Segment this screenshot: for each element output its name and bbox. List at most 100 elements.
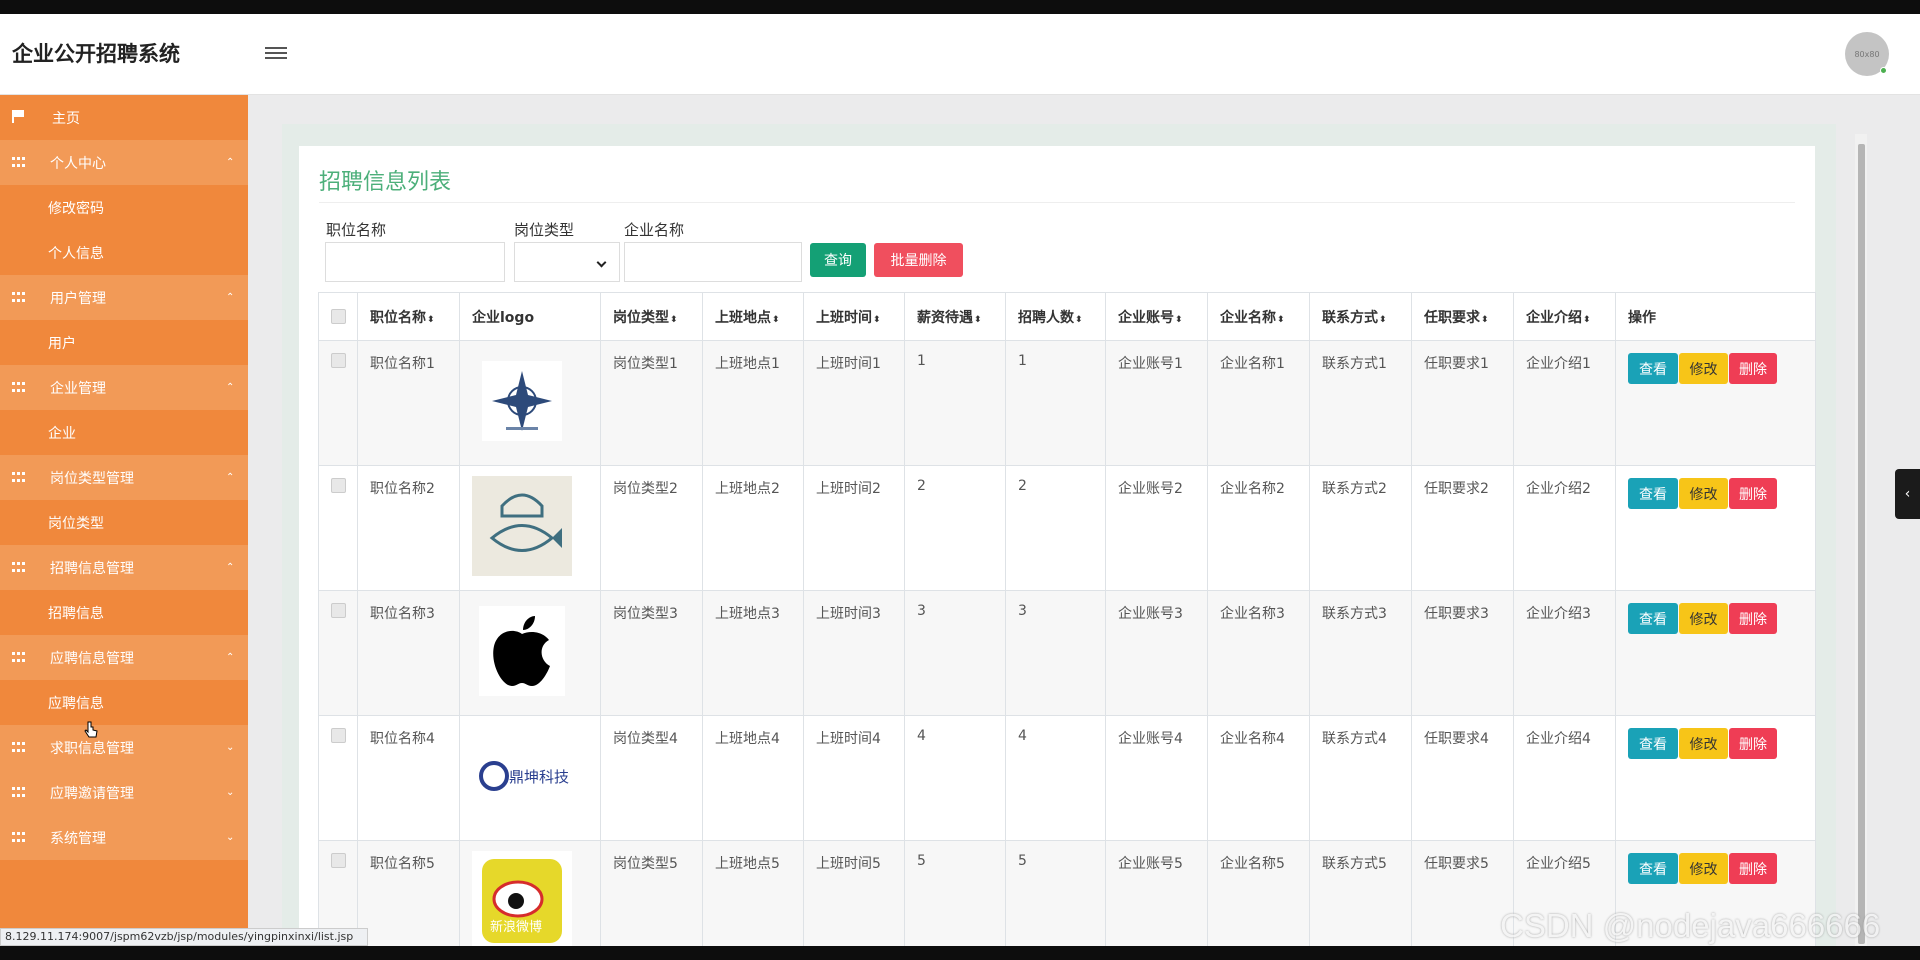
compass-logo [472,351,572,451]
row-checkbox[interactable] [331,853,346,868]
cell-type: 岗位类型4 [600,715,703,841]
view-button[interactable]: 查看 [1628,353,1678,384]
sort-icon[interactable]: ⬍ [670,315,678,325]
edit-button[interactable]: 修改 [1679,853,1728,884]
column-header[interactable]: 联系方式⬍ [1309,292,1412,341]
cell-time: 上班时间2 [803,465,905,591]
edit-button[interactable]: 修改 [1679,353,1728,384]
batch-delete-button[interactable]: 批量删除 [874,243,963,277]
column-header[interactable]: 任职要求⬍ [1411,292,1514,341]
screen-top-border [0,0,1920,14]
column-header-label: 联系方式 [1322,309,1378,326]
sidebar-item-3[interactable]: 个人信息 [0,230,248,275]
column-header-label: 上班时间 [816,309,872,326]
sidebar-item-10[interactable]: 招聘信息管理 ⌃ [0,545,248,590]
grid-icon [12,157,25,168]
avatar[interactable]: 80x80 [1845,32,1889,76]
view-button[interactable]: 查看 [1628,728,1678,759]
hamburger-menu-icon[interactable] [265,44,287,64]
column-header[interactable]: 上班地点⬍ [702,292,804,341]
avatar-placeholder-text: 80x80 [1854,49,1880,59]
sort-icon[interactable]: ⬍ [1277,315,1285,325]
row-checkbox[interactable] [331,353,346,368]
tech-logo: 鼎坤科技 [472,726,572,826]
sort-icon[interactable]: ⬍ [1175,315,1183,325]
sort-icon[interactable]: ⬍ [873,315,881,325]
position-filter-label: 职位名称 [326,221,387,239]
delete-button[interactable]: 删除 [1729,353,1777,384]
search-button[interactable]: 查询 [810,243,866,277]
view-button[interactable]: 查看 [1628,478,1678,509]
column-header[interactable]: 薪资待遇⬍ [904,292,1006,341]
sidebar-item-label: 修改密码 [48,200,104,217]
delete-button[interactable]: 删除 [1729,478,1777,509]
column-header[interactable]: 招聘人数⬍ [1005,292,1106,341]
view-button[interactable]: 查看 [1628,603,1678,634]
chevron-up-icon: ⌃ [226,652,235,663]
sidebar-item-7[interactable]: 企业 [0,410,248,455]
column-header: 操作 [1615,292,1816,341]
sidebar-item-12[interactable]: 应聘信息管理 ⌃ [0,635,248,680]
cell-requirement: 任职要求3 [1411,590,1514,716]
delete-button[interactable]: 删除 [1729,728,1777,759]
sort-icon[interactable]: ⬍ [772,315,780,325]
sidebar-item-13[interactable]: 应聘信息 [0,680,248,725]
cell-contact: 联系方式2 [1309,465,1412,591]
position-name-input[interactable] [325,242,505,282]
cell-intro: 企业介绍4 [1513,715,1616,841]
hand-cursor-icon [84,721,98,738]
list-card: 招聘信息列表 职位名称 岗位类型 企业名称 查询 批量删除 职位名称⬍ 企业log… [299,146,1816,946]
column-header[interactable]: 企业介绍⬍ [1513,292,1616,341]
sidebar-item-2[interactable]: 修改密码 [0,185,248,230]
grid-icon [12,787,25,798]
sort-icon[interactable]: ⬍ [427,315,435,325]
company-name-input[interactable] [624,242,802,282]
grid-icon [12,652,25,663]
view-button[interactable]: 查看 [1628,853,1678,884]
sort-icon[interactable]: ⬍ [1583,315,1591,325]
sidebar-item-15[interactable]: 应聘邀请管理 ⌄ [0,770,248,815]
delete-button[interactable]: 删除 [1729,853,1777,884]
select-all-checkbox[interactable] [331,309,346,324]
sidebar-item-8[interactable]: 岗位类型管理 ⌃ [0,455,248,500]
cell-position: 职位名称3 [357,590,460,716]
row-checkbox[interactable] [331,478,346,493]
sidebar-item-label: 岗位类型管理 [50,470,134,487]
row-checkbox[interactable] [331,728,346,743]
sidebar-item-label: 个人中心 [50,155,106,172]
sort-icon[interactable]: ⬍ [974,315,982,325]
status-bar-url: 8.129.11.174:9007/jspm62vzb/jsp/modules/… [0,928,368,946]
edit-button[interactable]: 修改 [1679,603,1728,634]
sidebar-item-14[interactable]: 求职信息管理 ⌄ [0,725,248,770]
sidebar-item-6[interactable]: 企业管理 ⌃ [0,365,248,410]
column-header[interactable]: 企业名称⬍ [1207,292,1310,341]
sidebar-item-16[interactable]: 系统管理 ⌄ [0,815,248,860]
column-header[interactable]: 职位名称⬍ [357,292,460,341]
column-header[interactable]: 上班时间⬍ [803,292,905,341]
cell-location: 上班地点4 [702,715,804,841]
sidebar-item-11[interactable]: 招聘信息 [0,590,248,635]
sidebar-item-4[interactable]: 用户管理 ⌃ [0,275,248,320]
sort-icon[interactable]: ⬍ [1481,315,1489,325]
chevron-left-icon[interactable]: ‹ [1895,469,1920,519]
scrollbar-thumb[interactable] [1858,144,1865,944]
sidebar-item-5[interactable]: 用户 [0,320,248,365]
cell-intro: 企业介绍2 [1513,465,1616,591]
cell-time: 上班时间5 [803,840,905,946]
row-select-cell [318,340,358,466]
row-checkbox[interactable] [331,603,346,618]
column-header[interactable]: 岗位类型⬍ [600,292,703,341]
cell-position: 职位名称5 [357,840,460,946]
sidebar-item-1[interactable]: 个人中心 ⌃ [0,140,248,185]
sidebar-item-0[interactable]: 主页 [0,95,248,140]
column-header[interactable]: 企业账号⬍ [1105,292,1208,341]
sidebar-item-9[interactable]: 岗位类型 [0,500,248,545]
sort-icon[interactable]: ⬍ [1075,315,1083,325]
edit-button[interactable]: 修改 [1679,728,1728,759]
sidebar-item-label: 应聘邀请管理 [50,785,134,802]
delete-button[interactable]: 删除 [1729,603,1777,634]
edit-button[interactable]: 修改 [1679,478,1728,509]
sort-icon[interactable]: ⬍ [1379,315,1387,325]
sidebar-item-label: 岗位类型 [48,515,104,532]
cell-company: 企业名称5 [1207,840,1310,946]
